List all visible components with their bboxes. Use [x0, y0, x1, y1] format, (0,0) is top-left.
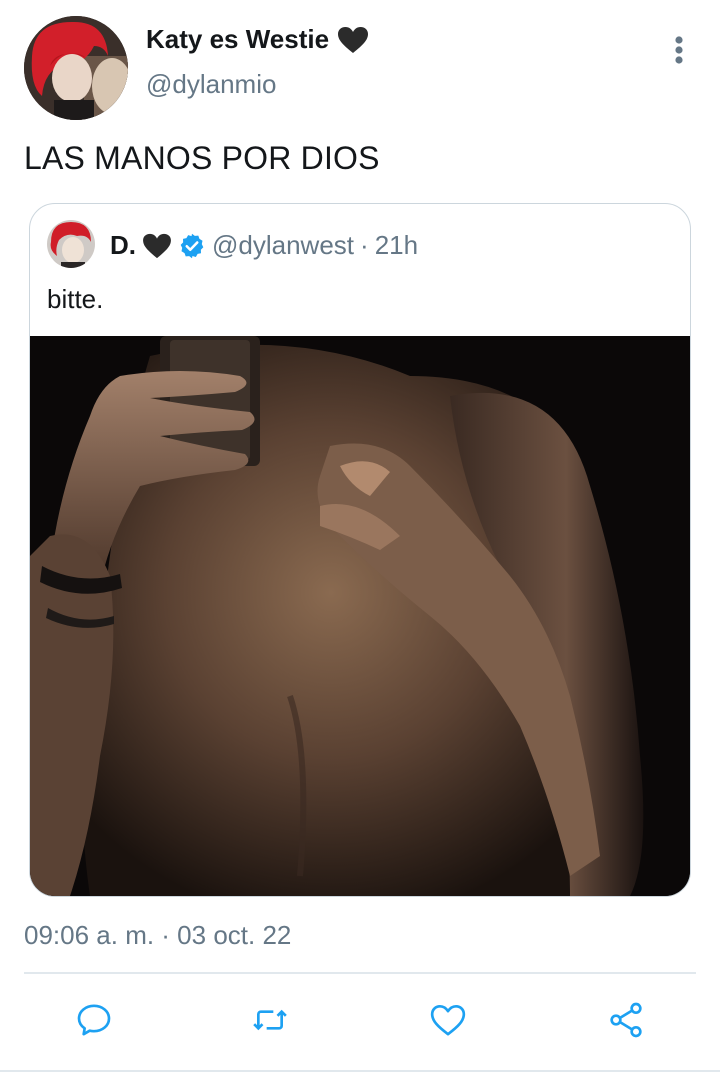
quoted-author-avatar: [47, 220, 95, 268]
more-options-button[interactable]: [664, 32, 694, 68]
quoted-tweet-text: bitte.: [47, 284, 104, 314]
action-bar: [0, 996, 720, 1052]
more-vertical-icon: [675, 36, 683, 64]
author-name-text: Katy es Westie: [146, 24, 330, 54]
tweet: Katy es Westie @dylanmio LAS MANOS POR D…: [0, 0, 720, 1082]
retweet-icon: [253, 1009, 287, 1031]
author-avatar[interactable]: [24, 16, 128, 120]
share-button[interactable]: [602, 996, 650, 1044]
black-heart-icon: [337, 26, 369, 54]
bottom-divider: [0, 1070, 720, 1072]
author-display-name[interactable]: Katy es Westie: [146, 24, 369, 55]
quoted-header: D. @dylanwest · 21h: [110, 230, 418, 261]
black-heart-icon: [142, 233, 172, 259]
reply-button[interactable]: [70, 996, 118, 1044]
verified-badge-icon: [178, 232, 206, 260]
tweet-text: LAS MANOS POR DIOS: [24, 140, 380, 176]
divider: [24, 972, 696, 974]
share-icon: [610, 1002, 642, 1038]
quoted-time: 21h: [374, 230, 419, 260]
like-button[interactable]: [424, 996, 472, 1044]
speech-bubble-icon: [77, 1004, 111, 1036]
heart-outline-icon: [430, 1005, 466, 1036]
retweet-button[interactable]: [246, 996, 294, 1044]
quoted-tweet-photo[interactable]: [30, 336, 690, 896]
quoted-username[interactable]: @dylanwest: [212, 230, 354, 261]
quoted-tweet-card[interactable]: D. @dylanwest · 21h bitte.: [29, 203, 691, 897]
quoted-separator: ·: [360, 230, 369, 260]
quoted-display-name[interactable]: D.: [110, 230, 136, 261]
author-username[interactable]: @dylanmio: [146, 69, 276, 100]
tweet-timestamp[interactable]: 09:06 a. m. · 03 oct. 22: [24, 920, 291, 951]
